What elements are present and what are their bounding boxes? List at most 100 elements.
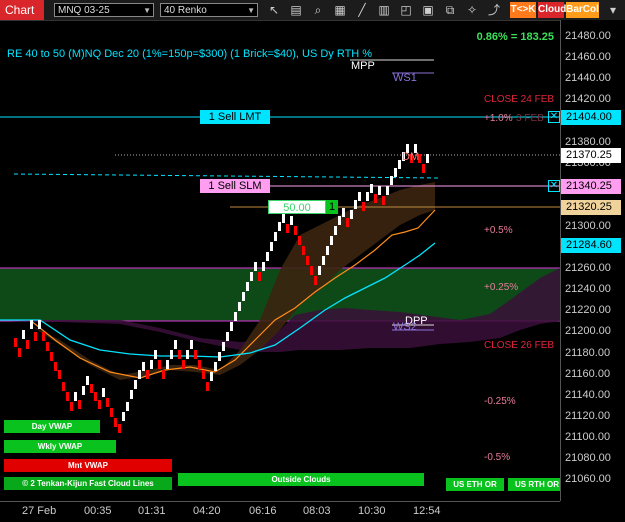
price-tag: 21404.00 [561, 110, 621, 125]
pct-plus-05-label: +0.5% [484, 225, 513, 236]
copyright-label: © 2 Tenkan-Kijun Fast Cloud Lines [22, 479, 154, 488]
renko-brick [422, 164, 425, 173]
renko-brick [350, 210, 353, 219]
renko-brick [346, 218, 349, 227]
order-qty-box[interactable]: 50.00 [268, 200, 326, 214]
price-axis[interactable]: 21480.0021460.0021440.0021420.0021400.00… [560, 20, 625, 501]
renko-brick [122, 412, 125, 421]
renko-brick [226, 332, 229, 341]
renko-brick [270, 242, 273, 251]
ws2-label: WS2 [393, 321, 417, 333]
pct-plus-1-label: +1.0% [484, 113, 513, 124]
renko-brick [322, 256, 325, 265]
renko-brick [278, 222, 281, 231]
renko-brick [386, 186, 389, 195]
renko-brick [338, 216, 341, 225]
time-label: 27 Feb [22, 505, 57, 517]
renko-brick [282, 214, 285, 223]
zoom-icon[interactable]: ⌕ [310, 2, 326, 18]
renko-brick [254, 262, 257, 271]
chart-plot-area[interactable]: RE 40 to 50 (M)NQ Dec 20 (1%=150p=$300) … [0, 20, 566, 501]
pct-minus-05-label: -0.5% [484, 452, 511, 463]
dashed-average-line [13, 173, 441, 179]
renko-brick [210, 372, 213, 381]
draw-tool-icon[interactable]: ╱ [354, 2, 370, 18]
price-label: 21440.00 [565, 72, 611, 85]
alerts-icon[interactable]: ✧ [464, 2, 480, 18]
renko-brick [22, 330, 25, 339]
renko-brick [46, 342, 49, 351]
renko-brick [18, 348, 21, 357]
sell-slm-order[interactable]: 1 Sell SLM [200, 179, 270, 193]
close-26-feb-label: CLOSE 26 FEB [484, 340, 555, 351]
time-axis[interactable]: 27 Feb 00:35 01:31 04:20 06:16 08:03 10:… [0, 501, 560, 522]
share-icon[interactable]: ⤴ [486, 2, 502, 18]
strategies-icon[interactable]: ▣ [420, 2, 436, 18]
renko-brick [42, 332, 45, 341]
data-box-icon[interactable]: ▤ [288, 2, 304, 18]
cancel-slm-icon[interactable]: ✕ [548, 180, 560, 192]
renko-brick [198, 360, 201, 369]
chevron-down-icon: ▼ [143, 6, 151, 15]
barcol-toggle-button[interactable]: BarCol [566, 2, 599, 18]
cancel-lmt-icon[interactable]: ✕ [548, 111, 560, 123]
chart-trader-icon[interactable]: ⧉ [442, 2, 458, 18]
renko-brick [358, 192, 361, 201]
renko-brick [246, 282, 249, 291]
renko-brick [38, 320, 41, 329]
renko-brick [266, 252, 269, 261]
renko-brick [238, 302, 241, 311]
time-label: 04:20 [193, 505, 221, 517]
renko-brick [26, 340, 29, 349]
time-label: 10:30 [358, 505, 386, 517]
wkly-vwap-tag: Wkly VWAP [4, 440, 116, 453]
ghost-3feb-label: 3 FEB [516, 113, 544, 124]
renko-brick [126, 402, 129, 411]
renko-brick [242, 292, 245, 301]
instrument-value: MNQ 03-25 [58, 5, 110, 16]
pl-readout: 0.86% = 183.25 [476, 31, 554, 43]
renko-brick [354, 200, 357, 209]
day-vwap-tag: Day VWAP [4, 420, 100, 433]
order-qty[interactable]: 1 [326, 200, 338, 214]
renko-brick [50, 352, 53, 361]
cloud-toggle-button[interactable]: Cloud [538, 2, 566, 18]
sell-lmt-order[interactable]: 1 Sell LMT [200, 110, 270, 124]
price-label: 21120.00 [565, 409, 611, 422]
time-label: 00:35 [84, 505, 112, 517]
templates-icon[interactable]: ▥ [376, 2, 392, 18]
renko-brick [366, 192, 369, 201]
renko-brick [66, 392, 69, 401]
renko-brick [374, 194, 377, 203]
outside-clouds-tag: Outside Clouds [178, 473, 424, 486]
renko-brick [134, 380, 137, 389]
instrument-selector[interactable]: MNQ 03-25 ▼ [54, 3, 154, 17]
bar-type-selector[interactable]: 40 Renko ▼ [160, 3, 258, 17]
renko-brick [130, 390, 133, 399]
renko-brick [370, 184, 373, 193]
renko-brick [250, 272, 253, 281]
indicators-icon[interactable]: ◰ [398, 2, 414, 18]
price-tag: 21284.60 [561, 238, 621, 253]
renko-brick [86, 376, 89, 385]
renko-brick [274, 232, 277, 241]
price-label: 21080.00 [565, 452, 611, 464]
pointer-icon[interactable]: ↖ [266, 2, 282, 18]
renko-brick [294, 226, 297, 235]
renko-brick [174, 340, 177, 349]
renko-brick [330, 236, 333, 245]
more-icon[interactable]: ▾ [603, 2, 623, 18]
renko-brick [170, 350, 173, 359]
renko-brick [186, 350, 189, 359]
renko-brick [290, 216, 293, 225]
time-label: 06:16 [249, 505, 277, 517]
properties-icon[interactable]: ▦ [332, 2, 348, 18]
renko-brick [302, 246, 305, 255]
tk-toggle-button[interactable]: T<>K [510, 2, 536, 18]
renko-brick [326, 246, 329, 255]
chart-title-tab[interactable]: Chart [0, 0, 44, 20]
time-label: 01:31 [138, 505, 166, 517]
renko-brick [298, 236, 301, 245]
renko-brick [182, 360, 185, 369]
mpp-label: MPP [351, 60, 375, 72]
